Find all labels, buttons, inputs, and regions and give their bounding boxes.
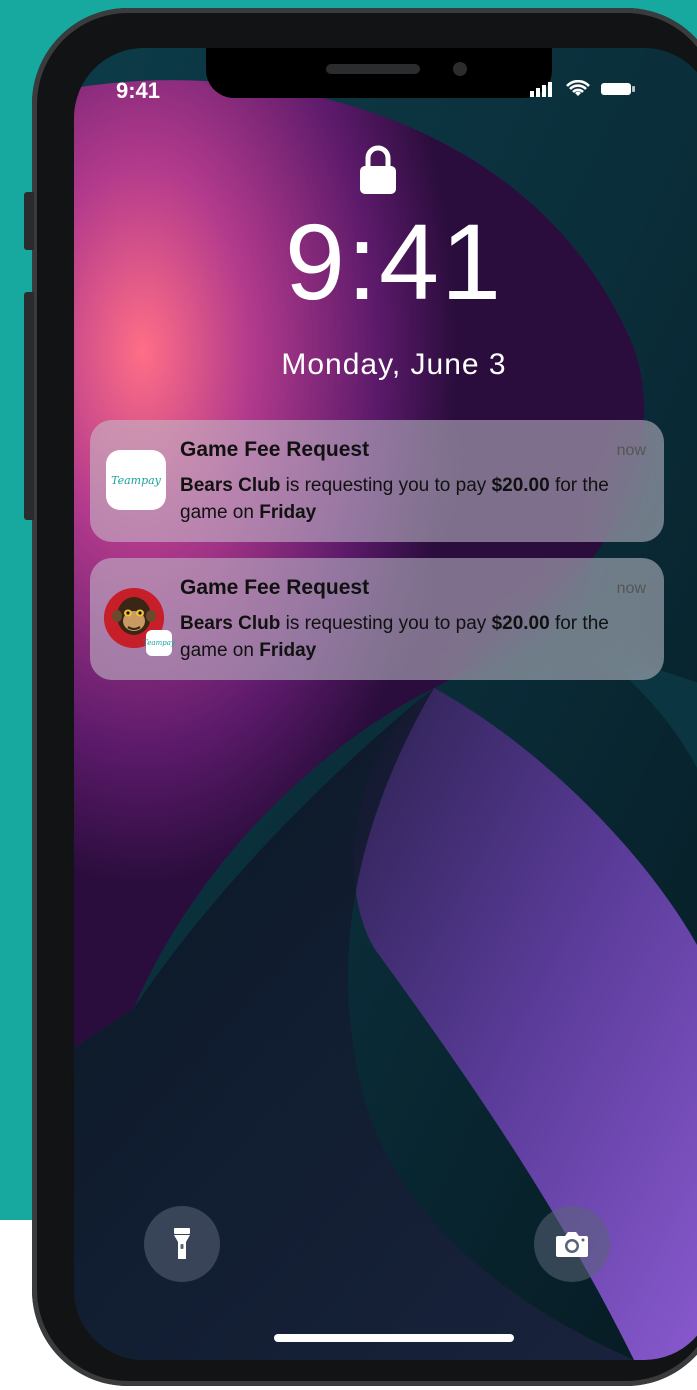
notification-title: Game Fee Request [180, 438, 370, 461]
cellular-signal-icon [530, 82, 552, 97]
volume-down-button [24, 392, 34, 520]
notification-time: now [616, 580, 646, 597]
teampay-app-icon: Teampay [106, 450, 166, 510]
body-text: is requesting you to pay [280, 475, 492, 496]
amount: $20.00 [491, 613, 550, 634]
lock-screen-time: 9:41 [284, 201, 504, 322]
home-indicator[interactable] [274, 1334, 514, 1342]
game-day: Friday [259, 502, 317, 523]
wifi-icon [566, 80, 590, 96]
notification-card[interactable]: Teampay Game Fee Request now Bears Club … [90, 420, 664, 542]
app-icon-text: Teampay [111, 473, 161, 487]
notification-card[interactable]: Teampay Game Fee Request now Bears Club … [90, 558, 664, 680]
lock-screen: 9:41 9:41 Monday, June 3 Teampay Game Fe… [74, 48, 697, 1360]
front-camera [453, 62, 467, 76]
status-bar-time: 9:41 [116, 78, 161, 103]
body-text: is requesting you to pay [280, 613, 492, 634]
badge-text: Teampay [143, 639, 175, 647]
status-icons [530, 80, 636, 98]
sender-name: Bears Club [180, 475, 281, 496]
game-day: Friday [259, 640, 317, 661]
speaker [326, 64, 420, 74]
silent-switch [24, 192, 34, 250]
camera-icon [556, 1232, 588, 1257]
teampay-badge-icon: Teampay [143, 630, 175, 656]
volume-up-button [24, 292, 34, 398]
flashlight-icon [174, 1228, 190, 1259]
lock-screen-date: Monday, June 3 [281, 348, 507, 381]
camera-button[interactable] [534, 1206, 610, 1282]
notification-time: now [616, 442, 646, 459]
sender-name: Bears Club [180, 613, 281, 634]
notification-body: Bears Club is requesting you to pay $20.… [180, 472, 650, 526]
lock-icon [358, 144, 398, 201]
notification-body: Bears Club is requesting you to pay $20.… [180, 610, 650, 664]
notification-title: Game Fee Request [180, 576, 370, 599]
amount: $20.00 [491, 475, 550, 496]
flashlight-button[interactable] [144, 1206, 220, 1282]
battery-icon [601, 83, 635, 95]
